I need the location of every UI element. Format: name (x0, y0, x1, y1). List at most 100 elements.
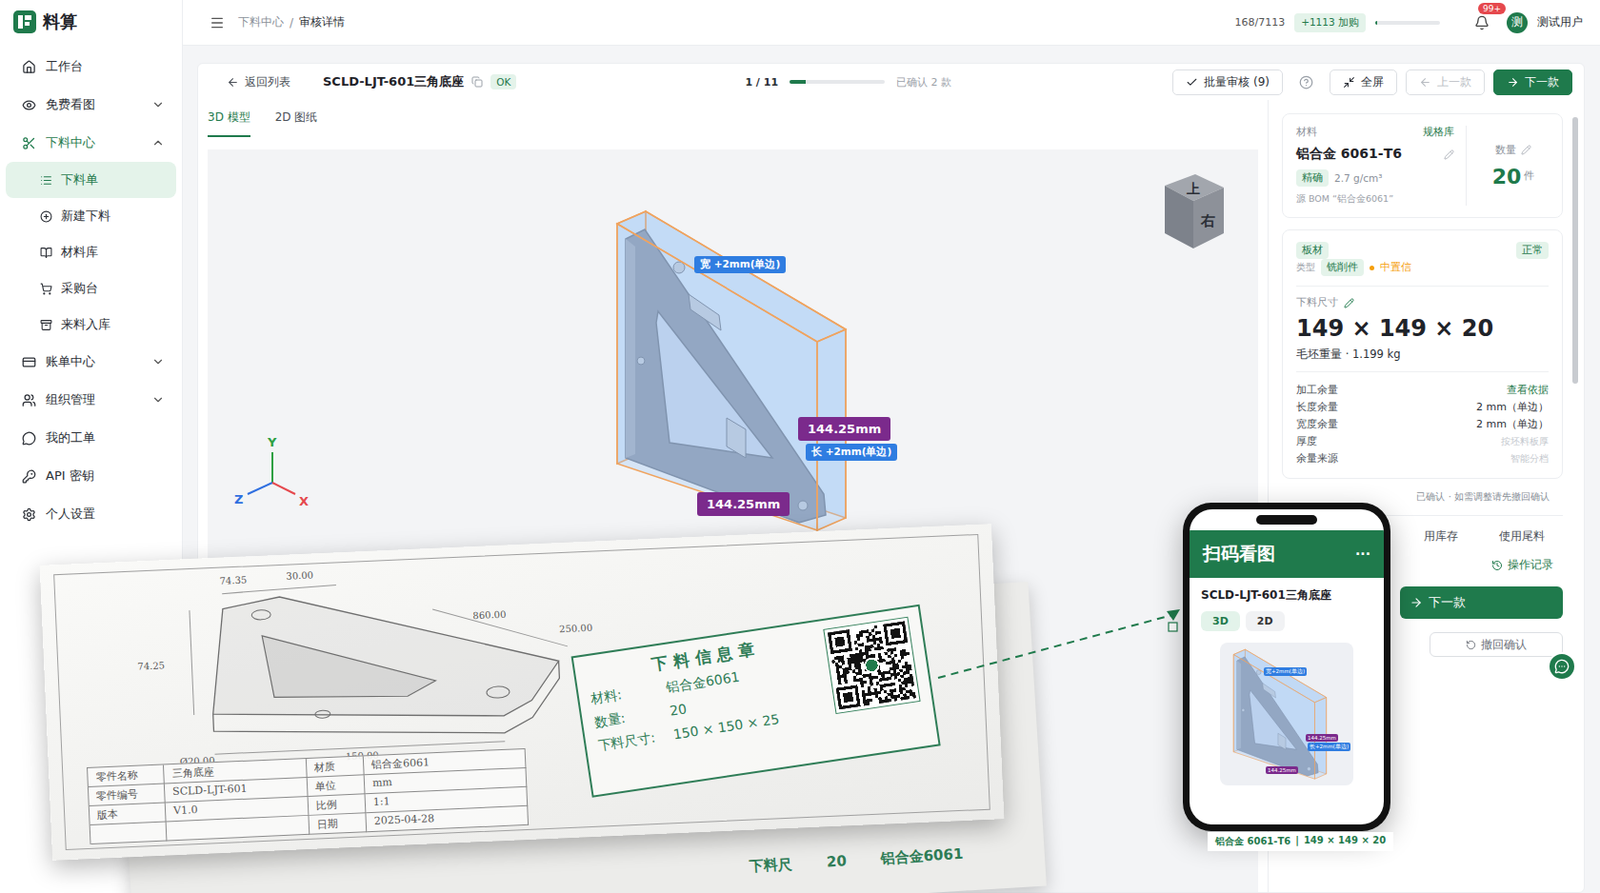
view-cube[interactable]: 上右 (1157, 172, 1230, 257)
chevron-up-icon (151, 136, 165, 150)
breadcrumb-item[interactable]: 下料中心 (238, 14, 284, 31)
qr-code[interactable] (822, 617, 920, 715)
phone-body: SCLD-LJT-601三角底座3D2D宽+2mm(单边)144.25mm长+2… (1189, 578, 1384, 796)
breadcrumb-item[interactable]: 审核详情 (299, 14, 345, 31)
mini-dimension-label: 宽+2mm(单边) (1263, 667, 1307, 677)
logo[interactable]: 料算 (5, 0, 177, 44)
header-button[interactable]: 上一款 (1405, 69, 1485, 96)
edit-icon[interactable] (1443, 149, 1455, 160)
notifications[interactable]: 99+ (1474, 15, 1490, 31)
view-tab[interactable]: 3D 模型 (207, 105, 251, 138)
cube-top-label: 上 (1185, 180, 1200, 197)
scissors-icon (21, 136, 37, 151)
sidebar-item[interactable]: 账单中心 (5, 342, 177, 381)
stock-card: 板材正常类型铣削件中置信下料尺寸149 × 149 × 20毛坯重量 · 1.1… (1281, 229, 1563, 480)
spec-library-link[interactable]: 规格库 (1422, 125, 1455, 140)
stock-option[interactable]: 使用尾料 (1481, 529, 1564, 544)
phone-menu-button[interactable]: ··· (1355, 546, 1371, 562)
allowance-basis-link[interactable]: 查看依据 (1506, 383, 1549, 398)
list-icon (40, 174, 53, 187)
logo-icon (13, 10, 37, 34)
sidebar-item-label: 我的工单 (45, 429, 96, 447)
material-source: 源 BOM “铝合金6061” (1296, 193, 1455, 206)
confirm-note: 已确认 · 如需调整请先撤回确认 (1281, 490, 1563, 504)
stamp-value: 20 (668, 700, 688, 720)
sidebar-subitem-label: 来料入库 (60, 317, 111, 334)
collapse-menu-icon[interactable] (209, 15, 225, 31)
under-sheet-text: 铝合金6061 (880, 845, 964, 869)
arrow-left-icon (226, 76, 240, 89)
next-button-label: 下一款 (1428, 594, 1466, 612)
sidebar-subitem[interactable]: 新建下料 (5, 198, 177, 235)
phone-tab[interactable]: 3D (1200, 611, 1240, 632)
back-link[interactable]: 返回列表 (226, 74, 291, 91)
sidebar-item-label: API 密钥 (45, 467, 95, 485)
operation-log-label: 操作记录 (1507, 557, 1554, 574)
dimension-text: 74.25 (137, 660, 165, 672)
header-button-label: 批量审核 (9) (1203, 74, 1270, 91)
chat-button[interactable] (1547, 652, 1577, 681)
title-block-label: 比例 (308, 794, 367, 817)
history-icon (1491, 560, 1503, 572)
chevron-down-icon (151, 355, 165, 369)
phone-model-card[interactable]: 宽+2mm(单边)144.25mm长+2mm(单边)144.25mm (1220, 642, 1354, 786)
edit-icon[interactable] (1520, 144, 1532, 156)
stock-option[interactable]: 用库存 (1400, 529, 1482, 544)
view-cube-icon[interactable]: 上右 (1157, 172, 1230, 253)
material-card: 材料规格库铝合金 6061-T6精确2.7 g/cm³源 BOM “铝合金606… (1281, 113, 1563, 219)
sidebar-item[interactable]: API 密钥 (5, 457, 177, 496)
stock-form-tag: 板材 (1296, 241, 1329, 260)
sidebar-item[interactable]: 下料中心 (5, 123, 177, 162)
sidebar-item[interactable]: 个人设置 (5, 495, 177, 534)
allowance-row: 厚度按坯料板厚 (1296, 433, 1549, 450)
next-button[interactable]: 下一款 (1400, 586, 1563, 620)
phone-screen: 扫码看图···SCLD-LJT-601三角底座3D2D宽+2mm(单边)144.… (1189, 509, 1384, 825)
user-avatar[interactable]: 测 (1506, 12, 1528, 34)
operation-log-link[interactable]: 操作记录 (1400, 557, 1563, 574)
sidebar-item[interactable]: 我的工单 (5, 419, 177, 458)
topup-button[interactable]: +1113 加购 (1294, 13, 1366, 33)
material-name: 铝合金 6061-T6 (1296, 145, 1402, 163)
header-button[interactable]: 下一款 (1493, 69, 1573, 96)
sidebar-subitem[interactable]: 来料入库 (5, 306, 177, 343)
header-button[interactable]: 全屏 (1329, 69, 1398, 96)
title-block-value: V1.0 (165, 797, 310, 823)
sidebar-subitem[interactable]: 材料库 (5, 234, 177, 271)
help-button[interactable] (1299, 75, 1314, 90)
scrollbar-thumb[interactable] (1572, 117, 1579, 384)
phone-header: 扫码看图 ··· (1189, 530, 1384, 579)
sidebar-subitem[interactable]: 下料单 (5, 161, 177, 199)
phone-tab[interactable]: 2D (1245, 611, 1285, 632)
sidebar-item-label: 组织管理 (45, 391, 96, 409)
sidebar-item[interactable]: 工作台 (5, 47, 177, 86)
under-sheet-text: 20 (825, 852, 847, 872)
scrollbar[interactable] (1572, 113, 1579, 893)
phone-title: 扫码看图 (1202, 541, 1276, 567)
sidebar-item[interactable]: 免费看图 (5, 85, 177, 124)
breadcrumb-separator: / (289, 16, 294, 30)
copy-icon[interactable] (471, 76, 483, 88)
mini-dimension-label: 长+2mm(单边) (1307, 742, 1351, 752)
app-page: 料算工作台免费看图下料中心下料单新建下料材料库采购台来料入库账单中心组织管理我的… (0, 0, 1600, 893)
book-icon (40, 246, 53, 260)
sidebar-item[interactable]: 组织管理 (5, 380, 177, 420)
user-name[interactable]: 测试用户 (1537, 14, 1583, 31)
confirmed-count: 已确认 2 款 (896, 75, 952, 90)
edit-icon[interactable] (1343, 298, 1355, 309)
back-label: 返回列表 (244, 74, 291, 91)
sidebar-subitem[interactable]: 采购台 (5, 270, 177, 307)
view-tab[interactable]: 2D 图纸 (275, 105, 319, 138)
arrow-right-icon (1506, 76, 1520, 89)
home-icon (21, 60, 37, 75)
revoke-button[interactable]: 撤回确认 (1429, 632, 1563, 658)
mini-dimension-label: 144.25mm (1305, 734, 1339, 742)
header-button[interactable]: 批量审核 (9) (1172, 69, 1283, 96)
header-actions: 批量审核 (9) 全屏上一款下一款 (1172, 69, 1573, 96)
material-label: 材料 (1296, 125, 1318, 140)
breadcrumb: 下料中心 / 审核详情 (238, 14, 345, 31)
chevron-down-icon (151, 98, 165, 112)
title-block-value: 三角底座 (163, 759, 308, 785)
title-block-label (90, 821, 168, 844)
pager-progress (789, 80, 885, 84)
dimension-label: 长 +2mm(单边) (805, 443, 898, 461)
